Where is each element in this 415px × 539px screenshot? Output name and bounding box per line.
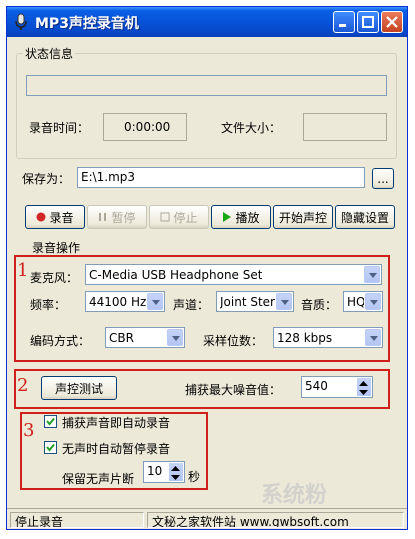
chevron-down-icon[interactable] [365, 329, 381, 346]
annotation-number-3: 3 [23, 420, 35, 441]
record-button[interactable]: 录音 [25, 205, 85, 229]
play-icon [223, 212, 232, 222]
level-progress-bar [26, 75, 387, 96]
file-size-label: 文件大小： [221, 121, 282, 135]
encode-select[interactable]: CBR [105, 327, 185, 348]
browse-button[interactable]: ... [372, 168, 394, 189]
minimize-icon [339, 24, 346, 27]
chevron-down-icon[interactable] [365, 293, 381, 310]
save-as-label: 保存为： [22, 172, 71, 186]
record-time-label: 录音时间： [29, 121, 90, 135]
encode-value: CBR [109, 331, 134, 345]
minimize-button[interactable] [333, 11, 355, 33]
status-info-legend: 状态信息 [23, 45, 76, 62]
chevron-down-icon[interactable] [364, 266, 380, 283]
checkmark-icon [46, 443, 55, 452]
microphone-value: C-Media USB Headphone Set [89, 268, 263, 282]
max-noise-spinner[interactable]: 540 [301, 376, 373, 398]
voice-test-button[interactable]: 声控测试 [41, 376, 117, 400]
title-bar[interactable]: MP3声控录音机 [7, 7, 407, 37]
record-button-label: 录音 [49, 210, 74, 225]
record-ops-legend: 录音操作 [32, 241, 81, 255]
file-size-display [303, 113, 387, 141]
channel-value: Joint Ster [220, 295, 275, 309]
pause-button-label: 暂停 [111, 210, 136, 225]
window-title: MP3声控录音机 [35, 16, 139, 32]
play-button[interactable]: 播放 [211, 205, 271, 229]
watermark-text: 系统粉 [261, 483, 328, 508]
bitrate-label: 采样位数： [203, 334, 264, 348]
spin-down-icon[interactable] [359, 390, 368, 395]
keep-silence-label: 保留无声片断 [62, 472, 135, 486]
status-info-group [16, 53, 397, 159]
channel-select[interactable]: Joint Ster [216, 291, 294, 312]
max-noise-value: 540 [305, 379, 328, 393]
frequency-value: 44100 Hz [89, 295, 147, 309]
chevron-down-icon[interactable] [147, 293, 163, 310]
microphone-select[interactable]: C-Media USB Headphone Set [85, 264, 382, 285]
auto-pause-checkbox[interactable] [44, 441, 57, 454]
spin-arrows[interactable] [169, 463, 183, 481]
start-voice-control-button[interactable]: 开始声控 [273, 205, 333, 229]
checkmark-icon [46, 417, 55, 426]
auto-record-checkbox[interactable] [44, 415, 57, 428]
annotation-number-2: 2 [17, 375, 29, 396]
seconds-label: 秒 [188, 470, 201, 484]
encode-label: 编码方式： [30, 334, 91, 348]
keep-silence-spinner[interactable]: 10 [143, 461, 185, 483]
channel-label: 声道： [173, 298, 210, 312]
close-icon [386, 16, 398, 28]
max-noise-label: 捕获最大噪音值： [185, 383, 282, 397]
spin-down-icon[interactable] [171, 475, 180, 480]
annotation-number-1: 1 [17, 260, 29, 281]
close-button[interactable] [381, 11, 403, 33]
stop-button[interactable]: 停止 [149, 205, 209, 229]
hide-settings-button[interactable]: 隐藏设置 [335, 205, 395, 229]
quality-select[interactable]: HQ [343, 291, 383, 312]
auto-record-label[interactable]: 捕获声音即自动录音 [62, 414, 170, 431]
maximize-icon [362, 16, 374, 28]
pause-button[interactable]: 暂停 [87, 205, 147, 229]
spin-up-icon[interactable] [171, 466, 180, 471]
play-button-label: 播放 [235, 210, 260, 225]
status-site-text: 文秘之家软件站 www.gwbsoft.com [147, 512, 404, 528]
microphone-app-icon [15, 13, 27, 30]
record-time-value: 0:00:00 [124, 120, 171, 134]
bitrate-value: 128 kbps [277, 331, 333, 345]
chevron-down-icon[interactable] [276, 293, 292, 310]
status-text: 停止录音 [10, 512, 144, 528]
frequency-label: 频率： [30, 298, 67, 312]
quality-value: HQ [347, 295, 364, 309]
spin-up-icon[interactable] [359, 381, 368, 386]
stop-icon [160, 212, 170, 222]
app-window: MP3声控录音机 状态信息 录音时间： 0:00:00 文件大小： 保存为： E… [6, 6, 408, 530]
frequency-select[interactable]: 44100 Hz [85, 291, 165, 312]
quality-label: 音质： [301, 298, 338, 312]
microphone-label: 麦克风： [30, 271, 79, 285]
maximize-button[interactable] [357, 11, 379, 33]
stop-button-label: 停止 [173, 210, 198, 225]
save-path-input[interactable]: E:\1.mp3 [77, 167, 365, 188]
record-icon [36, 212, 46, 222]
keep-silence-value: 10 [147, 464, 163, 478]
bitrate-select[interactable]: 128 kbps [273, 327, 383, 348]
status-bar: 停止录音 文秘之家软件站 www.gwbsoft.com [7, 508, 407, 529]
auto-pause-label[interactable]: 无声时自动暂停录音 [62, 440, 170, 457]
record-time-display: 0:00:00 [103, 113, 187, 141]
chevron-down-icon[interactable] [167, 329, 183, 346]
spin-arrows[interactable] [357, 378, 371, 396]
pause-icon [99, 213, 107, 221]
